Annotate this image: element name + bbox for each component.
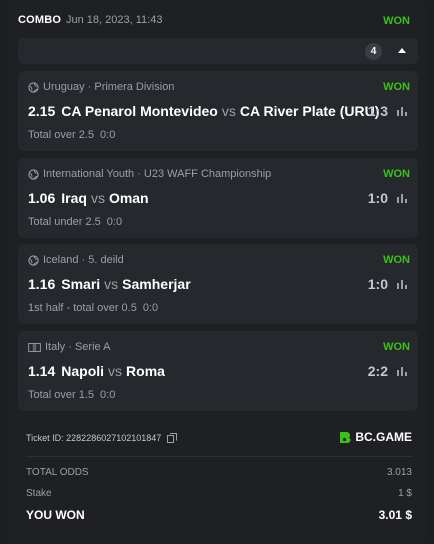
market-selection: 0:0 (142, 302, 159, 314)
away-team: CA River Plate (URU) (239, 103, 380, 119)
match-score: 1:0 (367, 276, 388, 292)
won-value: 3.01 $ (378, 508, 412, 522)
away-team: Samherjar (122, 276, 191, 292)
stats-icon[interactable] (396, 279, 408, 290)
stake-value: 1 $ (398, 488, 412, 499)
bet-market: Total over 1.5 0:0 (28, 389, 115, 401)
market-selection: 0:0 (100, 129, 116, 141)
market-name: 1st half - total over 0.5 (28, 302, 137, 314)
home-team: Iraq (61, 190, 87, 206)
bet-odds: 2.15 (28, 103, 56, 119)
globe-icon (28, 81, 39, 93)
total-odds-value: 3.013 (386, 467, 412, 478)
stats-icon[interactable] (396, 193, 408, 204)
bet-item[interactable]: Iceland · 5. deild WON 1.16 Smari vs Samher… (18, 244, 418, 324)
globe-icon (28, 168, 39, 180)
away-team: Oman (108, 190, 149, 206)
bet-market: 1st half - total over 0.5 0:0 (28, 302, 158, 314)
match-score: 2:2 (367, 363, 388, 379)
bet-status-badge: WON (383, 254, 410, 266)
bet-market: Total under 2.5 0:0 (28, 216, 122, 228)
globe-icon (28, 254, 39, 266)
bet-match: 1.14 Napoli vs Roma (28, 363, 165, 379)
total-odds-label: TOTAL ODDS (26, 467, 89, 478)
bet-match: 2.15 CA Penarol Montevideo vs CA River Plat… (28, 103, 379, 119)
home-team: Napoli (61, 363, 105, 379)
stats-icon[interactable] (396, 106, 408, 117)
league-name: Uruguay · Primera Division (43, 81, 175, 93)
won-row: YOU WON 3.01 $ (26, 508, 412, 522)
total-odds-row: TOTAL ODDS 3.013 (26, 467, 412, 478)
ticket-id-label: Ticket ID: 2282286027102101847 (26, 433, 162, 443)
market-name: Total under 2.5 (28, 216, 101, 228)
bet-item[interactable]: International Youth · U23 WAFF Champions… (18, 158, 418, 238)
home-team: Smari (61, 276, 101, 292)
away-team: Roma (126, 363, 165, 379)
market-name: Total over 2.5 (28, 129, 95, 141)
bet-match: 1.16 Smari vs Samherjar (28, 276, 191, 292)
vs-label: vs (104, 276, 119, 292)
market-selection: 0:0 (106, 216, 123, 228)
market-name: Total over 1.5 (28, 389, 95, 401)
match-score: 1:3 (367, 103, 388, 119)
bet-market: Total over 2.5 0:0 (28, 129, 115, 141)
bet-status-badge: WON (383, 81, 410, 93)
vs-label: vs (221, 103, 236, 119)
bet-item[interactable]: Uruguay · Primera Division WON 2.15 CA Pe… (18, 71, 418, 151)
slip-date: Jun 18, 2023, 11:43 (66, 14, 163, 26)
flag-icon (28, 342, 41, 352)
collapse-bar[interactable]: 4 (18, 38, 418, 64)
match-score: 1:0 (367, 190, 388, 206)
bet-status-badge: WON (383, 168, 410, 180)
bcgame-logo-icon (340, 431, 351, 443)
home-team: CA Penarol Montevideo (61, 103, 218, 119)
market-selection: 0:0 (100, 389, 116, 401)
copy-icon[interactable] (167, 433, 178, 443)
brand-logo: BC.GAME (339, 430, 412, 444)
ticket-id: Ticket ID: 2282286027102101847 (26, 433, 178, 443)
bet-odds: 1.06 (28, 190, 56, 206)
slip-status-badge: WON (383, 15, 410, 27)
bet-odds: 1.16 (28, 276, 56, 292)
stake-label: Stake (26, 488, 52, 499)
slip-header: COMBO Jun 18, 2023, 11:43 WON (18, 12, 414, 32)
stake-row: Stake 1 $ (26, 488, 412, 499)
stats-icon[interactable] (396, 366, 408, 377)
bet-status-badge: WON (383, 341, 410, 353)
won-label: YOU WON (26, 508, 85, 522)
bet-odds: 1.14 (28, 363, 56, 379)
bet-item[interactable]: Italy · Serie A WON 1.14 Napoli vs Roma 2:2… (18, 331, 418, 411)
chevron-up-icon[interactable] (398, 48, 406, 53)
league-name: Iceland · 5. deild (43, 254, 124, 266)
combo-label: COMBO (18, 14, 62, 26)
bet-match: 1.06 Iraq vs Oman (28, 190, 149, 206)
bets-count-badge: 4 (365, 43, 382, 60)
league-name: International Youth · U23 WAFF Champions… (43, 168, 272, 180)
vs-label: vs (90, 190, 105, 206)
divider (26, 456, 412, 457)
league-name: Italy · Serie A (45, 341, 111, 353)
vs-label: vs (108, 363, 123, 379)
brand-name: BC.GAME (355, 430, 412, 444)
